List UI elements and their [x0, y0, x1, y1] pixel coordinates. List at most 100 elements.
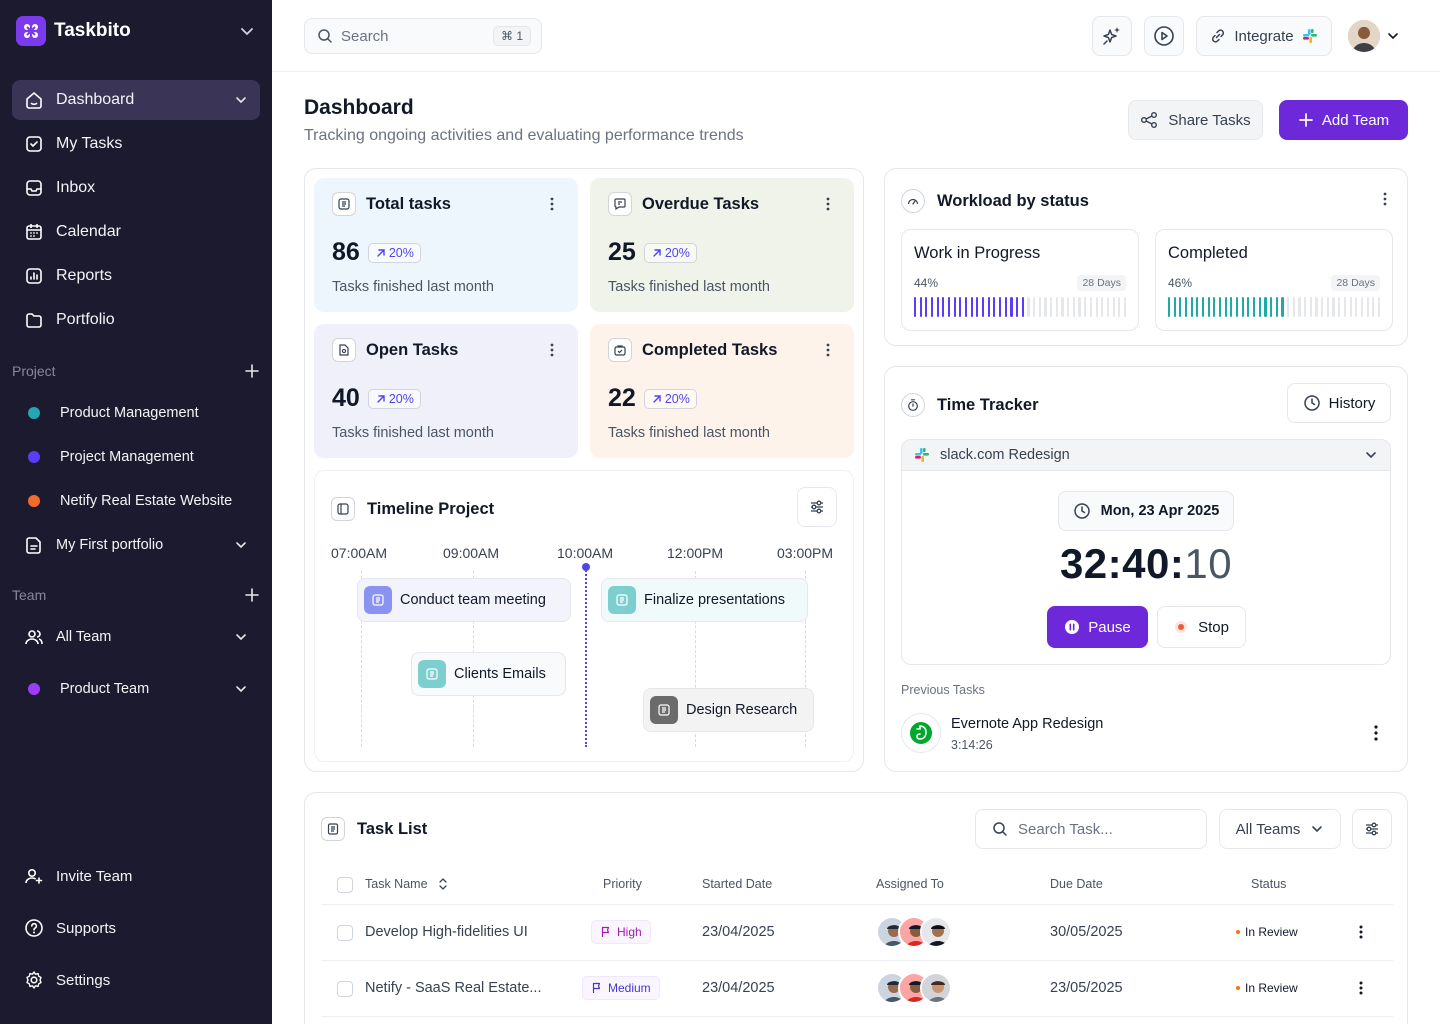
progress-bar-segment	[1275, 297, 1278, 317]
nav-item-label: Portfolio	[56, 311, 115, 328]
integrate-button[interactable]: Integrate	[1196, 16, 1332, 56]
supports-button[interactable]: Supports	[12, 908, 260, 948]
ai-sparkle-button[interactable]	[1092, 16, 1132, 56]
previous-task-name: Evernote App Redesign	[951, 716, 1104, 732]
progress-bar-segment	[1072, 297, 1075, 317]
project-label: Project Management	[60, 449, 194, 465]
nav-item-portfolio[interactable]: Portfolio	[12, 300, 260, 340]
column-header-status: Status	[1251, 877, 1287, 891]
team-filter-value: All Teams	[1235, 820, 1301, 838]
calendar-icon	[26, 224, 42, 240]
project-item-product-management[interactable]: Product Management	[12, 393, 260, 433]
invite-team-button[interactable]: Invite Team	[12, 856, 260, 896]
document-icon	[26, 537, 41, 554]
progress-bar-segment	[925, 297, 928, 317]
timeline-task-clients-emails[interactable]: Clients Emails	[411, 652, 566, 696]
progress-bar-segment	[1372, 297, 1375, 317]
user-avatar[interactable]	[1348, 20, 1380, 52]
chevron-down-icon[interactable]	[1386, 29, 1400, 43]
workload-title: Workload by status	[937, 191, 1089, 210]
assignee-avatars[interactable]	[876, 972, 952, 1004]
project-label: My First portfolio	[56, 537, 164, 553]
settings-button[interactable]: Settings	[12, 960, 260, 1000]
nav-item-dashboard[interactable]: Dashboard	[12, 80, 260, 120]
pause-button[interactable]: Pause	[1047, 606, 1148, 648]
progress-bar-segment	[1343, 297, 1346, 317]
add-project-plus-icon[interactable]	[244, 363, 260, 379]
arrow-up-right-icon	[377, 248, 385, 257]
search-placeholder: Search	[341, 27, 389, 45]
column-header-started-date: Started Date	[702, 877, 773, 891]
task-list-icon	[321, 817, 345, 841]
row-more-icon[interactable]	[1353, 924, 1369, 940]
stop-button[interactable]: Stop	[1157, 606, 1246, 648]
checkbox-icon	[26, 136, 42, 152]
team-item-all-team[interactable]: All Team	[12, 617, 260, 657]
time-tracker-title: Time Tracker	[937, 395, 1039, 414]
project-section-heading: Project	[12, 361, 260, 381]
task-label: Design Research	[686, 702, 798, 718]
timeline-heading: Timeline Project	[331, 497, 494, 521]
column-header-task-name[interactable]: Task Name	[365, 877, 450, 891]
team-filter-select[interactable]: All Teams	[1219, 809, 1341, 849]
progress-bar-segment	[1355, 297, 1358, 317]
progress-bar-segment	[1185, 297, 1188, 317]
project-item-netify[interactable]: Netify Real Estate Website	[12, 481, 260, 521]
team-item-product-team[interactable]: Product Team	[12, 669, 260, 709]
add-team-button[interactable]: Add Team	[1279, 100, 1408, 140]
gear-icon	[26, 971, 42, 989]
task-name-cell[interactable]: Netify - SaaS Real Estate...	[365, 980, 542, 996]
integrate-label: Integrate	[1234, 27, 1294, 45]
add-team-plus-icon[interactable]	[244, 587, 260, 603]
timeline-task-finalize-presentations[interactable]: Finalize presentations	[601, 578, 808, 622]
more-vertical-icon[interactable]	[544, 196, 560, 212]
history-label: History	[1328, 394, 1376, 412]
task-search-input[interactable]: Search Task...	[975, 809, 1207, 849]
select-all-checkbox[interactable]	[337, 877, 353, 893]
timeline-filter-button[interactable]	[797, 487, 837, 527]
row-more-icon[interactable]	[1353, 980, 1369, 996]
nav-item-label: Dashboard	[56, 91, 135, 108]
share-tasks-button[interactable]: Share Tasks	[1128, 100, 1263, 140]
chevron-down-icon	[1366, 452, 1376, 459]
folder-icon	[26, 313, 42, 328]
progress-bar-segment	[1321, 297, 1324, 317]
project-item-my-first-portfolio[interactable]: My First portfolio	[12, 525, 260, 565]
more-vertical-icon[interactable]	[544, 342, 560, 358]
tracker-project-select[interactable]: slack.com Redesign	[902, 440, 1390, 471]
nav-item-my-tasks[interactable]: My Tasks	[12, 124, 260, 164]
project-item-project-management[interactable]: Project Management	[12, 437, 260, 477]
assignee-avatars[interactable]	[876, 916, 952, 948]
task-name-cell[interactable]: Develop High-fidelities UI	[365, 924, 528, 940]
timeline-task-conduct-team-meeting[interactable]: Conduct team meeting	[357, 578, 571, 622]
more-vertical-icon[interactable]	[820, 342, 836, 358]
workspace-switcher[interactable]: Taskbito	[16, 16, 256, 46]
nav-item-inbox[interactable]: Inbox	[12, 168, 260, 208]
progress-bar-segment	[1179, 297, 1182, 317]
time-tracker-panel: Time Tracker History slack.com Redesign …	[884, 366, 1408, 772]
task-filter-button[interactable]	[1352, 809, 1392, 849]
record-stop-icon	[1175, 621, 1188, 633]
team-label: Product Team	[60, 681, 150, 697]
previous-task-row[interactable]: Evernote App Redesign 3:14:26	[901, 713, 1391, 757]
more-vertical-icon[interactable]	[1367, 724, 1385, 742]
tracker-date-pill[interactable]: Mon, 23 Apr 2025	[1058, 491, 1234, 531]
more-vertical-icon[interactable]	[1377, 191, 1393, 207]
progress-bar-segment	[976, 297, 979, 317]
progress-bar-segment	[1366, 297, 1369, 317]
row-checkbox[interactable]	[337, 981, 353, 997]
plus-icon	[1299, 113, 1313, 127]
global-search-input[interactable]: Search ⌘ 1	[304, 18, 542, 54]
tracker-date: Mon, 23 Apr 2025	[1100, 503, 1220, 519]
nav-item-reports[interactable]: Reports	[12, 256, 260, 296]
row-checkbox[interactable]	[337, 925, 353, 941]
play-button[interactable]	[1144, 16, 1184, 56]
timeline-task-design-research[interactable]: Design Research	[643, 688, 814, 732]
started-date-cell: 23/04/2025	[702, 924, 775, 940]
progress-bar-segment	[1202, 297, 1205, 317]
more-vertical-icon[interactable]	[820, 196, 836, 212]
history-button[interactable]: History	[1287, 383, 1391, 423]
stat-value: 86	[332, 238, 360, 266]
nav-item-calendar[interactable]: Calendar	[12, 212, 260, 252]
progress-bar-segment	[959, 297, 962, 317]
